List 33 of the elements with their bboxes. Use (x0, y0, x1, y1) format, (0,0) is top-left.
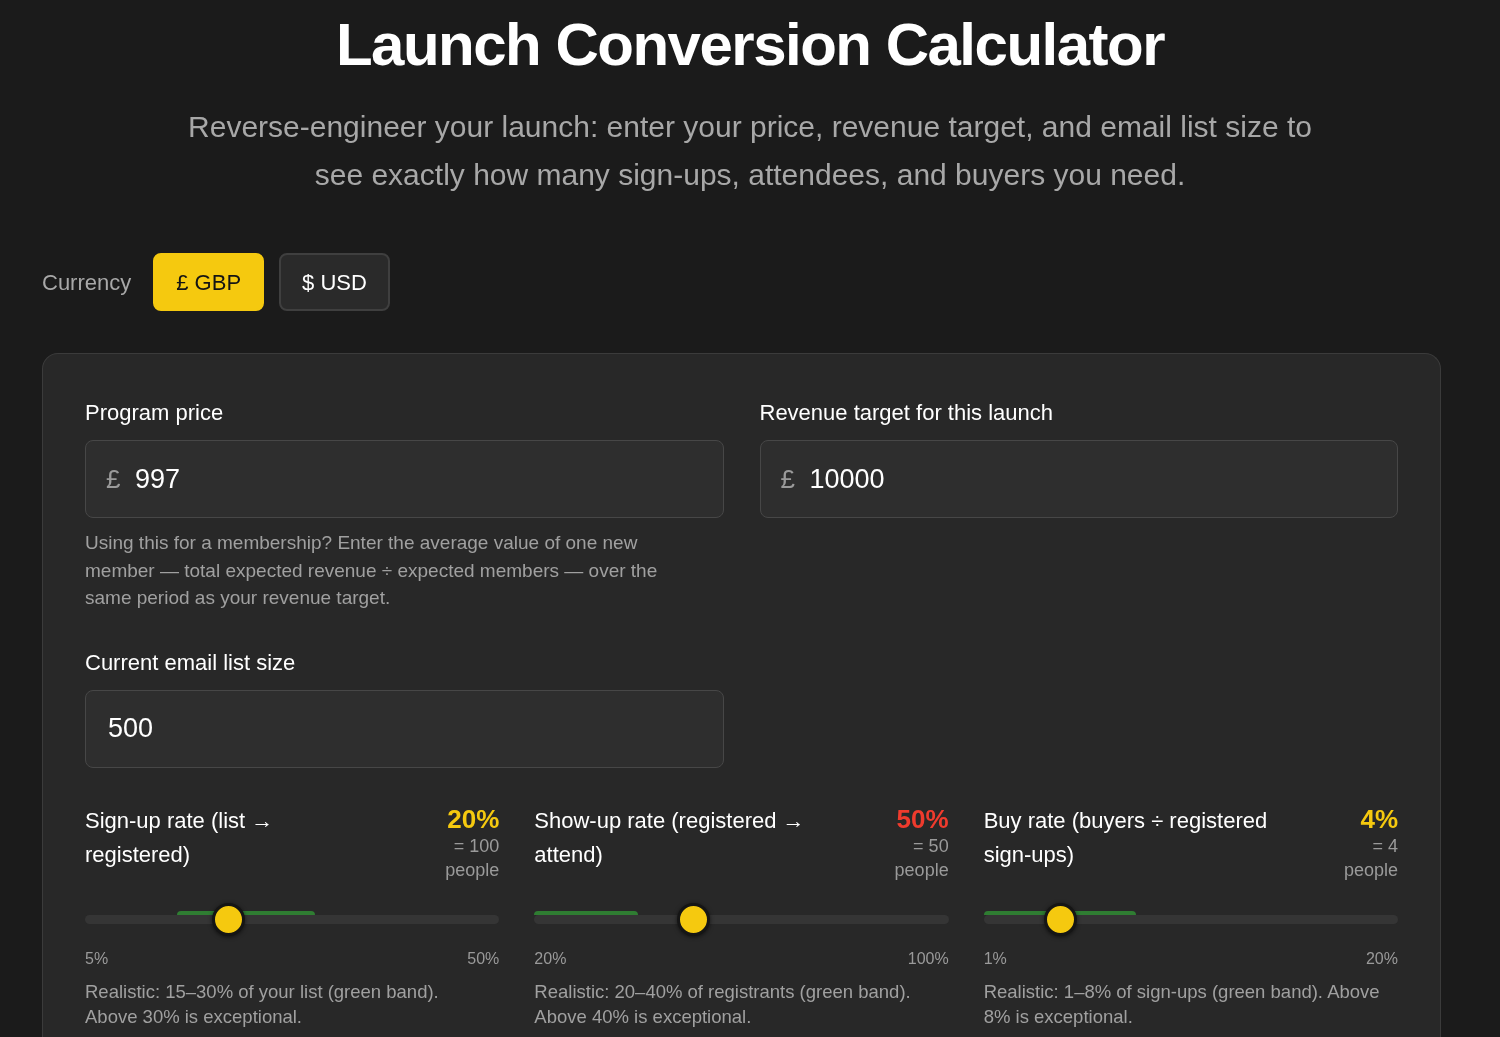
rate-value: 20% (447, 803, 500, 834)
slider-thumb[interactable] (677, 902, 711, 936)
range-note: Realistic: 1–8% of sign-ups (green band). Above 8% is exceptional. (983, 979, 1381, 1029)
slider-thumb[interactable] (211, 902, 245, 936)
slider-label: Show-up rate (registered → attend) (534, 806, 806, 869)
range-note: Realistic: 15–30% of your list (green band). Above 30% is exceptional. (85, 979, 440, 1029)
range-note: Realistic: 20–40% of registrants (green band). Above 40% is exceptional. (534, 979, 912, 1029)
range-max: 20% (1365, 948, 1398, 969)
slider-label: Sign-up rate (list → registered) (85, 806, 275, 869)
people-count: = 100 people (444, 834, 500, 882)
range-min: 5% (85, 948, 109, 969)
range-min: 20% (534, 948, 567, 969)
rate-value: 4% (1360, 803, 1398, 834)
slider-thumb[interactable] (1043, 902, 1077, 936)
field-label: Current email list size (85, 648, 297, 677)
field-label: Revenue target for this launch (759, 399, 1054, 427)
currency-prefix: £ (106, 464, 121, 494)
currency-option[interactable]: $ USD (279, 253, 390, 311)
rate-value: 50% (896, 803, 949, 834)
range-max: 100% (907, 948, 949, 969)
range-min: 1% (983, 948, 1007, 969)
currency-option[interactable]: £ GBP (153, 253, 265, 311)
page-subtitle: Reverse-engineer your launch: enter your price, revenue target, and email list size to see exactly how many sign-ups, attendees, and buyers you need. (187, 109, 1313, 193)
text-input[interactable]: 500 (85, 689, 724, 768)
page-title: Launch Conversion Calculator (335, 10, 1165, 75)
help-text: Using this for a membership? Enter the average value of one new member — total expected revenue ÷ expected members — over the same period as your revenue target. (85, 531, 659, 610)
currency-prefix: £ (780, 464, 795, 494)
slider-label: Buy rate (buyers ÷ registered sign-ups) (983, 806, 1269, 869)
currency-label: Currency (42, 268, 132, 297)
people-count: = 50 people (893, 834, 949, 882)
range-max: 50% (467, 948, 500, 969)
people-count: = 4 people (1342, 834, 1398, 882)
field-label: Program price (85, 399, 225, 427)
